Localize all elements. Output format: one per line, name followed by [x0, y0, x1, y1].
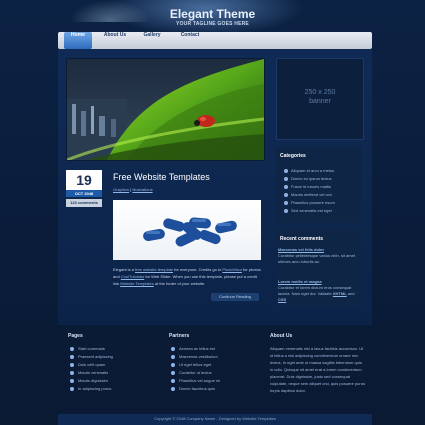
post-categories: Graphics | Illustrations — [113, 187, 153, 192]
cooltutorials-link[interactable]: CoolTutorials — [121, 274, 144, 279]
bullet-icon — [284, 185, 288, 189]
post-excerpt: Elegant is a free website template for e… — [113, 266, 263, 287]
recent-comment-1: Maecenas vel felis dolor Curabitur pelle… — [278, 247, 360, 265]
website-templates-link[interactable]: Website Templates — [120, 281, 154, 286]
footer-pages-heading: Pages — [68, 333, 83, 339]
bullet-icon — [171, 363, 175, 367]
footer-page-link[interactable]: Duis velit quam — [68, 361, 113, 369]
footer-page-link[interactable]: Mauris venenatis — [68, 369, 113, 377]
footer-about-heading: About Us — [270, 333, 293, 339]
footer-partner-link[interactable]: Curabitur ut lectus — [169, 369, 220, 377]
post-text-mid1: for everyone. Credits go to — [173, 267, 223, 272]
bullet-icon — [70, 371, 74, 375]
post-text-end: at the footer of your website. — [153, 281, 206, 286]
site-title[interactable]: Elegant Theme — [0, 7, 425, 21]
post-comments-count[interactable]: 123 comments — [66, 199, 102, 207]
xhtml-link[interactable]: XHTML — [333, 291, 347, 296]
nav-gallery[interactable]: Gallery — [138, 32, 166, 49]
recent-comments-heading: Recent comments — [280, 236, 324, 242]
category-link-illustrations[interactable]: Illustrations — [132, 187, 152, 192]
site-tagline: YOUR TAGLINE GOES HERE — [176, 21, 249, 27]
footer-partner-link[interactable]: Maecenas vestibulum — [169, 353, 220, 361]
footer-about: About Us Aliquam venenatis nisl a lacus … — [270, 333, 366, 394]
bullet-icon — [171, 355, 175, 359]
category-item[interactable]: Donec eu ipsum lectus — [284, 175, 335, 183]
category-item[interactable]: Fusce id mauris mattis — [284, 183, 335, 191]
photovisor-link[interactable]: PhotoVisor — [222, 267, 242, 272]
nav-about-us[interactable]: About Us — [100, 32, 130, 49]
bullet-icon — [70, 355, 74, 359]
post-date-day: 19 — [66, 170, 102, 190]
category-item[interactable]: Sed venenatis est eget — [284, 207, 335, 215]
category-item[interactable]: Phasellus posuere risum — [284, 199, 335, 207]
footer-partners-heading: Partners — [169, 333, 190, 339]
bullet-icon — [171, 379, 175, 383]
category-item[interactable]: Aliquam et arcu a metus — [284, 167, 335, 175]
recent-comment-2: Lorem mollis et magna Curabitur et lorem… — [278, 279, 360, 303]
bullet-icon — [70, 347, 74, 351]
free-website-template-link[interactable]: free website template — [135, 267, 173, 272]
css-link[interactable]: CSS — [278, 297, 286, 302]
post-title[interactable]: Free Website Templates — [113, 172, 210, 182]
main-nav: Home About Us Gallery Contact — [58, 32, 372, 49]
bullet-icon — [171, 347, 175, 351]
bullet-icon — [284, 177, 288, 181]
category-link-graphics[interactable]: Graphics — [113, 187, 129, 192]
bullet-icon — [70, 363, 74, 367]
hero-slider[interactable] — [66, 58, 265, 161]
copyright-text: Copyright © 2048 Company Name - Designed… — [154, 416, 276, 421]
footer-partners: Partners Aenean ac tellus est Maecenas v… — [169, 333, 220, 393]
bullet-icon — [171, 371, 175, 375]
post-text-lead: Elegant is a — [113, 267, 136, 272]
footer-about-text: Aliquam venenatis nisl a lacus facilisis… — [270, 346, 365, 393]
post-image-blue-pills — [113, 200, 261, 260]
banner-size-text: 250 x 250 — [304, 89, 336, 96]
categories-heading: Categories — [280, 153, 306, 159]
categories-box: Categories Aliquam et arcu a metus Donec… — [276, 147, 362, 223]
footer-page-link[interactable]: Start commads — [68, 345, 113, 353]
continue-reading-button[interactable]: Continue Reading — [211, 293, 259, 301]
footer-page-link[interactable]: Praesent adipiscing — [68, 353, 113, 361]
blue-pills-illustration — [143, 217, 237, 247]
comment-2-text-wrap: Curabitur et lorem dictum eros consequat… — [278, 285, 360, 303]
post-date-month: OCT 2048 — [66, 190, 102, 197]
comment-2-and: and — [346, 291, 355, 296]
footer-bar: Copyright © 2048 Company Name - Designed… — [58, 414, 372, 425]
ad-banner-250x250[interactable]: 250 x 250 banner — [276, 58, 364, 140]
footer-partner-link[interactable]: Ut eget tellus eget — [169, 361, 220, 369]
footer-partner-link[interactable]: Phasellus vel augue mi — [169, 377, 220, 385]
bullet-icon — [171, 387, 175, 391]
nav-home[interactable]: Home — [64, 32, 92, 49]
category-item[interactable]: Mauris eleifend vel orci — [284, 191, 335, 199]
footer-partner-link[interactable]: Donec faucibus quis — [169, 385, 220, 393]
categories-list: Aliquam et arcu a metus Donec eu ipsum l… — [284, 167, 335, 215]
comment-1-text: Curabitur pellentesque varius nibh, sit … — [278, 253, 355, 264]
hero-image-ladybug-on-leaf — [67, 59, 264, 160]
footer-page-link[interactable]: Mauris dignissim — [68, 377, 113, 385]
bullet-icon — [70, 387, 74, 391]
nav-contact[interactable]: Contact — [176, 32, 204, 49]
bullet-icon — [284, 169, 288, 173]
footer-page-link[interactable]: In adipiscing purus — [68, 385, 113, 393]
bullet-icon — [284, 193, 288, 197]
bullet-icon — [70, 379, 74, 383]
banner-label: 250 x 250 banner — [277, 88, 363, 106]
banner-word-text: banner — [309, 98, 331, 105]
bullet-icon — [284, 209, 288, 213]
bullet-icon — [284, 201, 288, 205]
footer-pages: Pages Start commads Praesent adipiscing … — [68, 333, 113, 393]
footer-partner-link[interactable]: Aenean ac tellus est — [169, 345, 220, 353]
